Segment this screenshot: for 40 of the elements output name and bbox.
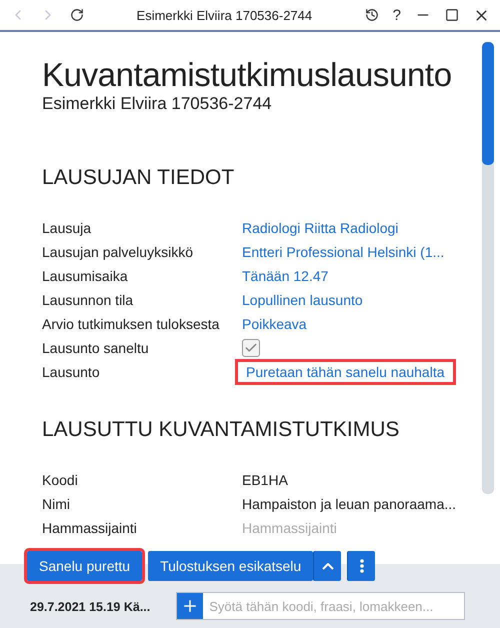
input-field[interactable]: Syötä tähän koodi, fraasi, lomakkeen... <box>176 592 466 620</box>
patient-name: Esimerkki Elviira 170536-2744 <box>42 94 273 114</box>
add-button[interactable] <box>177 593 204 619</box>
checkbox[interactable] <box>242 339 260 357</box>
value-link[interactable]: Lopullinen lausunto <box>242 292 363 308</box>
maximize-icon[interactable] <box>445 8 459 22</box>
section-heading: LAUSUJAN TIEDOT <box>42 166 236 190</box>
value-link[interactable]: Poikkeava <box>242 316 307 332</box>
timestamp: 29.7.2021 15.19 Kä... <box>30 600 150 616</box>
field-label: Lausujan palveluyksikkö <box>42 244 194 260</box>
history-icon[interactable] <box>364 8 379 22</box>
field-value: Hampaiston ja leuan panoraama... <box>242 496 456 512</box>
help-button[interactable]: ? <box>392 6 401 24</box>
scroll-thumb[interactable] <box>482 42 494 165</box>
field-value: EB1HA <box>242 472 288 488</box>
window-title: Esimerkki Elviira 170536-2744 <box>136 8 314 22</box>
field-label: Lausuja <box>42 220 92 236</box>
field-label: Lausunto saneltu <box>42 340 150 356</box>
more-button[interactable] <box>347 551 376 581</box>
field-label: Lausunto <box>42 364 101 380</box>
field-label: Hammassijainti <box>42 520 138 536</box>
value-link[interactable]: Entteri Professional Helsinki (1... <box>242 244 444 260</box>
field-label: Arvio tutkimuksen tuloksesta <box>42 316 220 332</box>
kebab-menu-icon <box>360 559 364 573</box>
field-label: Lausunnon tila <box>42 292 134 308</box>
value-link[interactable]: Puretaan tähän sanelu nauhalta <box>238 362 452 382</box>
scrollbar[interactable] <box>482 42 494 494</box>
tooth-location-field[interactable]: Hammassijainti <box>242 520 442 536</box>
field-label: Nimi <box>42 496 71 512</box>
section-heading: LAUSUTTU KUVANTAMISTUTKIMUS <box>42 418 400 442</box>
dictation-done-button[interactable]: Sanelu purettu <box>27 551 142 581</box>
field-label: Lausumisaika <box>42 268 129 284</box>
chevron-up-button[interactable] <box>313 551 342 581</box>
page-title: Kuvantamistutkimuslausunto <box>42 56 453 94</box>
chevron-up-icon <box>322 562 334 570</box>
value-link[interactable]: Tänään 12.47 <box>242 268 328 284</box>
print-preview-button[interactable]: Tulostuksen esikatselu <box>148 551 314 581</box>
refresh-icon[interactable] <box>70 8 84 22</box>
value-link[interactable]: Radiologi Riitta Radiologi <box>242 220 398 236</box>
field-label: Koodi <box>42 472 79 488</box>
